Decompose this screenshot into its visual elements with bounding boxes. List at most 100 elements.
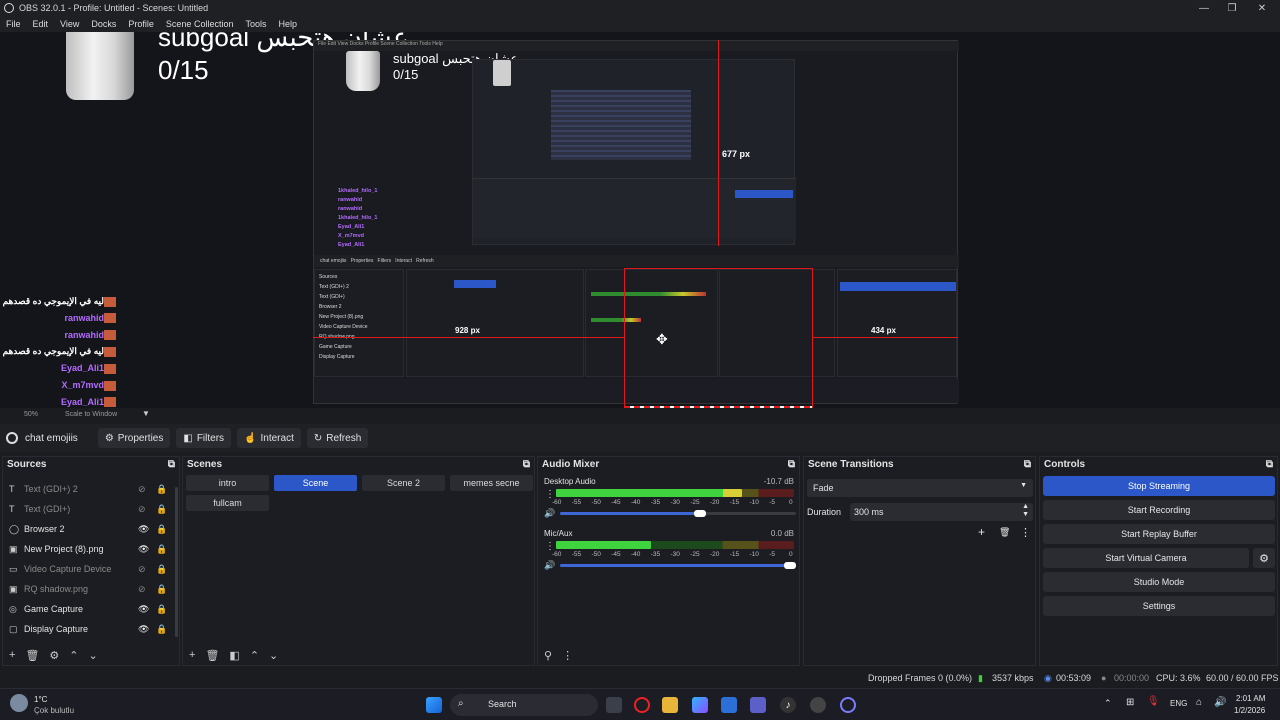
menu-tools[interactable]: Tools (239, 19, 272, 29)
close-button[interactable]: ✕ (1246, 0, 1278, 16)
lock-icon[interactable]: 🔒 (156, 584, 167, 595)
refresh-button[interactable]: ↻ Refresh (306, 428, 369, 448)
volume-icon[interactable]: 🔊 (1214, 697, 1226, 708)
menu-help[interactable]: Help (272, 19, 303, 29)
mixer-menu-icon[interactable]: ⋮ (562, 649, 573, 662)
undock-icon[interactable]: ⧉ (168, 459, 175, 470)
tray-chevron-icon[interactable]: ⌃ (1104, 698, 1112, 709)
music-icon[interactable]: ♪ (780, 697, 796, 713)
scene-down-icon[interactable]: ⌄ (269, 649, 278, 662)
store-icon[interactable] (721, 697, 737, 713)
scale-label[interactable]: Scale to Window (65, 411, 117, 418)
lock-icon[interactable]: 🔒 (156, 484, 167, 495)
source-item[interactable]: ▣ New Project (8).png 👁 🔒 (3, 539, 179, 559)
source-item[interactable]: ▣ RQ shadow.png ⊘ 🔒 (3, 579, 179, 599)
remove-transition-icon[interactable]: 🗑 (999, 527, 1010, 538)
scene-button[interactable]: intro (186, 475, 269, 491)
add-transition-icon[interactable]: + (978, 525, 985, 539)
lock-icon[interactable]: 🔒 (156, 504, 167, 515)
clock-date[interactable]: 1/2/2026 (1234, 706, 1265, 715)
source-item[interactable]: T Text (GDI+) ⊘ 🔒 (3, 499, 179, 519)
sources-scrollbar[interactable] (175, 487, 178, 637)
studio-mode-button[interactable]: Studio Mode (1043, 572, 1275, 592)
scene-filters-icon[interactable]: ◧ (229, 649, 239, 662)
remove-scene-icon[interactable]: 🗑 (205, 649, 219, 662)
file-explorer-icon[interactable] (662, 697, 678, 713)
start-recording-button[interactable]: Start Recording (1043, 500, 1275, 520)
zoom-dropdown-icon[interactable]: ▼ (142, 409, 150, 418)
lock-icon[interactable]: 🔒 (156, 524, 167, 535)
menu-view[interactable]: View (54, 19, 85, 29)
lock-icon[interactable]: 🔒 (156, 564, 167, 575)
taskbar-search[interactable]: ⌕ Search (450, 694, 598, 716)
task-view-icon[interactable] (606, 697, 622, 713)
eye-icon[interactable]: 👁 (138, 624, 149, 635)
undock-icon[interactable]: ⧉ (788, 459, 795, 470)
undock-icon[interactable]: ⧉ (1024, 459, 1031, 470)
menu-docks[interactable]: Docks (85, 19, 122, 29)
advanced-audio-icon[interactable]: ⚲ (544, 649, 552, 662)
add-source-icon[interactable]: + (9, 649, 15, 661)
speaker-icon[interactable]: 🔊 (544, 508, 555, 519)
copilot-icon[interactable] (692, 697, 708, 713)
move-down-icon[interactable]: ⌄ (89, 649, 98, 662)
scene-button[interactable]: memes secne (450, 475, 533, 491)
stop-streaming-button[interactable]: Stop Streaming (1043, 476, 1275, 496)
virtual-camera-settings-icon[interactable]: ⚙ (1253, 548, 1275, 568)
source-item[interactable]: T Text (GDI+) 2 ⊘ 🔒 (3, 479, 179, 499)
properties-button[interactable]: ⚙ Properties (97, 428, 171, 448)
source-item[interactable]: ▢ Display Capture 👁 🔒 (3, 619, 179, 639)
spin-arrows-icon[interactable]: ▲ ▼ (1022, 503, 1029, 519)
start-virtual-camera-button[interactable]: Start Virtual Camera (1043, 548, 1249, 568)
remove-source-icon[interactable]: 🗑 (25, 649, 39, 662)
tray-app-icon[interactable]: ⊞ (1126, 697, 1134, 708)
eye-hidden-icon[interactable]: ⊘ (138, 584, 146, 595)
interact-button[interactable]: ☝ Interact (237, 428, 301, 448)
menu-profile[interactable]: Profile (122, 19, 160, 29)
source-item[interactable]: ◎ Game Capture 👁 🔒 (3, 599, 179, 619)
clock-time[interactable]: 2:01 AM (1236, 694, 1265, 703)
eye-icon[interactable]: 👁 (138, 524, 149, 535)
eye-icon[interactable]: 👁 (138, 604, 149, 615)
transition-select[interactable]: Fade ▼ (807, 479, 1033, 497)
start-replay-buffer-button[interactable]: Start Replay Buffer (1043, 524, 1275, 544)
add-scene-icon[interactable]: + (189, 649, 195, 661)
scene-button[interactable]: Scene (274, 475, 357, 491)
volume-slider[interactable] (560, 564, 796, 567)
scene-up-icon[interactable]: ⌃ (250, 649, 259, 662)
obs-taskbar-icon[interactable] (810, 697, 826, 713)
menu-scene-collection[interactable]: Scene Collection (160, 19, 240, 29)
eye-hidden-icon[interactable]: ⊘ (138, 484, 146, 495)
menu-edit[interactable]: Edit (27, 19, 55, 29)
eye-hidden-icon[interactable]: ⊘ (138, 504, 146, 515)
menu-file[interactable]: File (0, 19, 27, 29)
opera-icon[interactable] (634, 697, 650, 713)
transition-menu-icon[interactable]: ⋮ (1020, 526, 1031, 539)
duration-input[interactable]: 300 ms ▲ ▼ (850, 503, 1033, 521)
lock-icon[interactable]: 🔒 (156, 544, 167, 555)
volume-slider[interactable] (560, 512, 707, 515)
scene-button[interactable]: fullcam (186, 495, 269, 511)
move-up-icon[interactable]: ⌃ (69, 649, 78, 662)
teams-icon[interactable] (750, 697, 766, 713)
volume-knob[interactable] (784, 562, 796, 569)
network-icon[interactable]: ⌂ (1196, 697, 1202, 708)
zoom-label[interactable]: 50% (24, 411, 38, 418)
weather-icon[interactable] (10, 694, 28, 712)
undock-icon[interactable]: ⧉ (523, 459, 530, 470)
scene-button[interactable]: Scene 2 (362, 475, 445, 491)
app-taskbar-icon[interactable] (840, 697, 856, 713)
filters-button[interactable]: ◧ Filters (176, 428, 232, 448)
settings-button[interactable]: Settings (1043, 596, 1275, 616)
windows-start-icon[interactable] (426, 697, 442, 713)
speaker-icon[interactable]: 🔊 (544, 560, 555, 571)
lock-icon[interactable]: 🔒 (156, 604, 167, 615)
source-item[interactable]: ▭ Video Capture Device ⊘ 🔒 (3, 559, 179, 579)
undock-icon[interactable]: ⧉ (1266, 459, 1273, 470)
source-item[interactable]: ◯ Browser 2 👁 🔒 (3, 519, 179, 539)
microphone-icon[interactable]: 🎙 (1147, 696, 1160, 707)
eye-icon[interactable]: 👁 (138, 544, 149, 555)
language-indicator[interactable]: ENG (1170, 699, 1187, 708)
preview-canvas[interactable]: subgoal عشان هتحبس 0/15 ليه في الإيموجي … (0, 32, 1280, 408)
eye-hidden-icon[interactable]: ⊘ (138, 564, 146, 575)
